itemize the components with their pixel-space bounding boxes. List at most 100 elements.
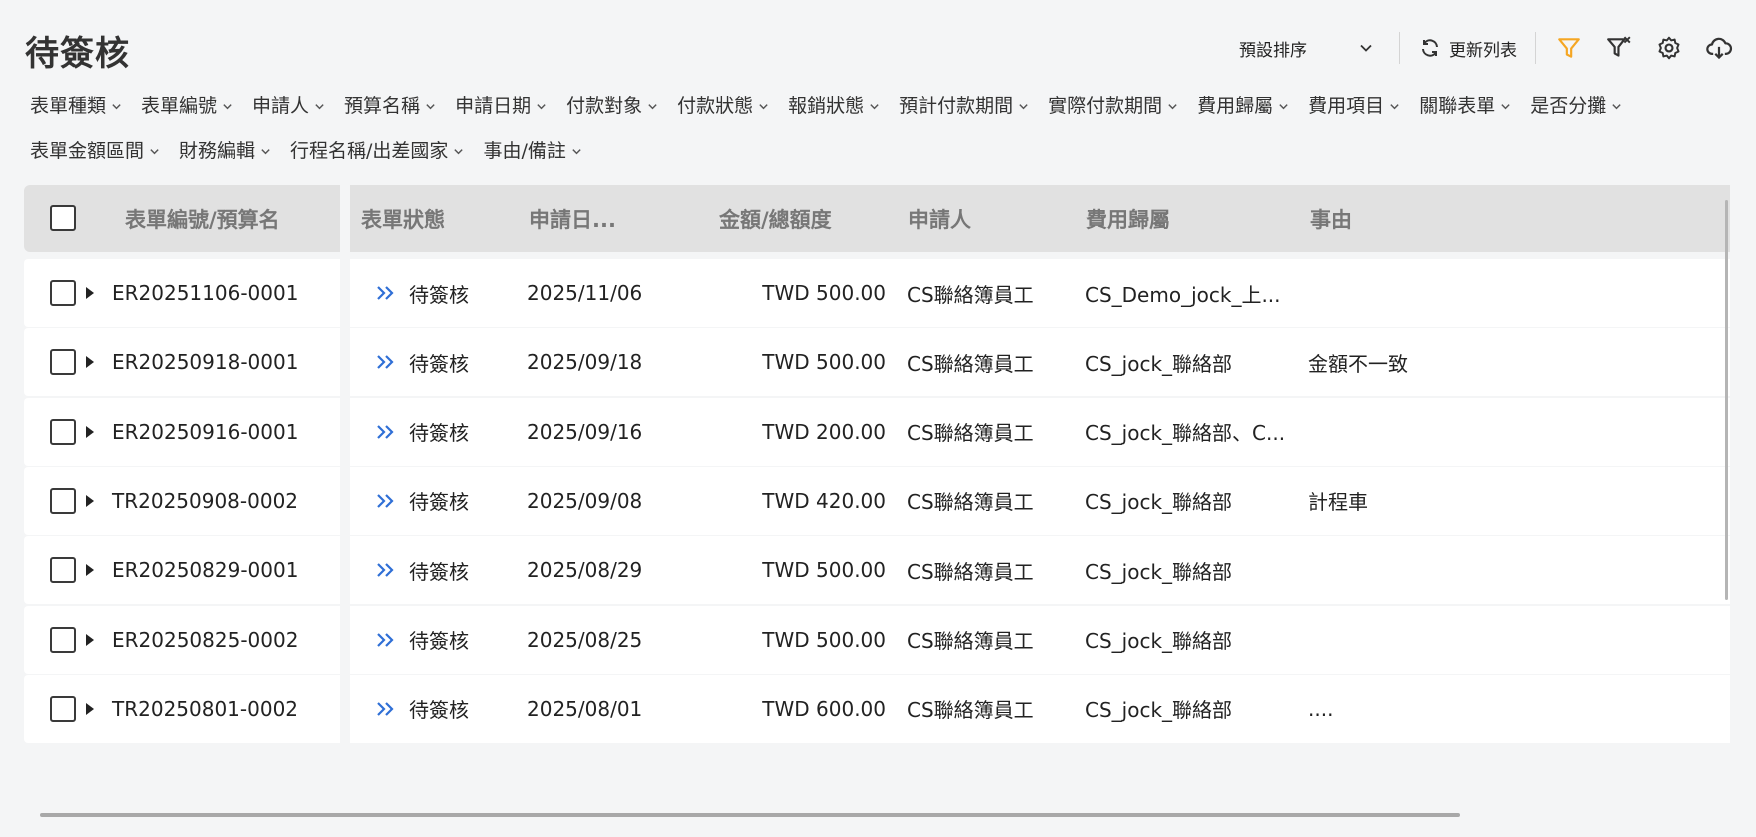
settings-button[interactable] <box>1654 33 1684 63</box>
row-checkbox[interactable] <box>50 418 76 445</box>
table-row[interactable]: ER20251106-0001 待簽核 2025/11/06 TWD 500.00 CS… <box>24 259 1730 327</box>
row-checkbox[interactable] <box>50 695 76 722</box>
select-all-checkbox[interactable] <box>50 205 76 231</box>
header-cost-center[interactable]: 費用歸屬 <box>1086 185 1170 252</box>
download-button[interactable] <box>1704 33 1734 63</box>
filter-chip[interactable]: 表單編號 <box>141 92 233 117</box>
filter-chip-label: 事由/備註 <box>483 140 566 162</box>
row-checkbox[interactable] <box>50 349 76 376</box>
table-row[interactable]: ER20250825-0002 待簽核 2025/08/25 TWD 500.00 CS… <box>24 605 1730 674</box>
row-checkbox[interactable] <box>50 280 76 306</box>
filter-chip[interactable]: 實際付款期間 <box>1048 92 1178 117</box>
row-checkbox[interactable] <box>50 626 76 653</box>
filter-chip[interactable]: 財務編輯 <box>179 137 271 162</box>
header-applicant[interactable]: 申請人 <box>908 185 971 252</box>
filter-chip[interactable]: 表單種類 <box>30 92 122 117</box>
filter-chip[interactable]: 關聯表單 <box>1419 92 1511 117</box>
header-form-no[interactable]: 表單編號/預算名 <box>125 185 280 252</box>
vertical-scrollbar[interactable] <box>1725 200 1728 600</box>
filter-chip[interactable]: 表單金額區間 <box>30 137 160 162</box>
table-row[interactable]: ER20250918-0001 待簽核 2025/09/18 TWD 500.00 CS… <box>24 328 1730 397</box>
amount: TWD 500.00 <box>762 558 886 583</box>
form-no[interactable]: ER20250825-0002 <box>112 606 298 674</box>
cost-center: CS_Demo_jock_上... <box>1085 282 1281 307</box>
row-scroll-section: 待簽核 2025/11/06 TWD 500.00 CS聯絡簿員工 CS_Demo_jo… <box>350 259 1730 327</box>
row-checkbox[interactable] <box>50 487 76 514</box>
cost-center: CS_jock_聯絡部、C... <box>1085 421 1286 446</box>
row-fixed-section: TR20250908-0002 <box>24 466 340 535</box>
clear-filter-button[interactable] <box>1604 33 1634 63</box>
filter-chip[interactable]: 付款對象 <box>566 92 658 117</box>
form-no[interactable]: TR20250801-0002 <box>112 675 298 743</box>
applicant: CS聯絡簿員工 <box>907 629 1034 653</box>
table-row[interactable]: TR20250908-0002 待簽核 2025/09/08 TWD 420.00 CS… <box>24 466 1730 535</box>
status-label: 待簽核 <box>409 421 469 446</box>
form-no[interactable]: TR20250908-0002 <box>112 467 298 535</box>
filter-chip[interactable]: 費用歸屬 <box>1197 92 1289 117</box>
table-row[interactable]: ER20250916-0001 待簽核 2025/09/16 TWD 200.00 CS… <box>24 397 1730 466</box>
filter-chip-label: 預計付款期間 <box>899 95 1014 117</box>
table-row[interactable]: TR20250801-0002 待簽核 2025/08/01 TWD 600.00 CS… <box>24 674 1730 743</box>
row-scroll-section: 待簽核 2025/09/18 TWD 500.00 CS聯絡簿員工 CS_jock_聯絡… <box>350 328 1730 397</box>
expand-caret-icon[interactable] <box>82 562 98 578</box>
horizontal-scrollbar[interactable] <box>40 813 1460 817</box>
table-row[interactable]: ER20250829-0001 待簽核 2025/08/29 TWD 500.00 CS… <box>24 536 1730 605</box>
filter-chip-label: 表單金額區間 <box>30 140 145 162</box>
filter-chip-label: 行程名稱/出差國家 <box>290 140 449 162</box>
gear-icon <box>1658 36 1680 60</box>
filter-chip-label: 申請人 <box>252 95 310 117</box>
double-chevron-right-icon <box>377 702 394 716</box>
filter-chip[interactable]: 預算名稱 <box>344 92 436 117</box>
chevron-down-icon <box>1360 44 1372 52</box>
double-chevron-right-icon <box>377 494 394 508</box>
chevron-down-icon <box>870 103 879 109</box>
row-checkbox[interactable] <box>50 557 76 584</box>
expand-caret-icon[interactable] <box>82 424 98 440</box>
form-no[interactable]: ER20250916-0001 <box>112 398 298 466</box>
refresh-button[interactable]: 更新列表 <box>1418 31 1517 65</box>
row-scroll-section: 待簽核 2025/09/16 TWD 200.00 CS聯絡簿員工 CS_jock_聯絡… <box>350 397 1730 466</box>
amount: TWD 200.00 <box>762 419 886 444</box>
cost-center: CS_jock_聯絡部 <box>1085 490 1233 515</box>
sort-select[interactable]: 預設排序 <box>1231 31 1381 65</box>
divider <box>1535 32 1536 64</box>
chevron-down-icon <box>150 148 159 154</box>
expand-caret-icon[interactable] <box>82 493 98 509</box>
filter-chip[interactable]: 行程名稱/出差國家 <box>290 137 464 162</box>
header-status[interactable]: 表單狀態 <box>361 185 445 252</box>
header-date[interactable]: 申請日... <box>529 185 616 252</box>
filter-chip[interactable]: 付款狀態 <box>677 92 769 117</box>
status-cell: 待簽核 <box>375 606 469 674</box>
amount: TWD 500.00 <box>762 627 886 652</box>
amount: TWD 420.00 <box>762 488 886 513</box>
filter-chip[interactable]: 預計付款期間 <box>899 92 1029 117</box>
applicant: CS聯絡簿員工 <box>907 282 1034 307</box>
toolbar: 預設排序 更新列表 <box>1231 30 1734 66</box>
header-amount[interactable]: 金額/總額度 <box>719 185 832 252</box>
expand-caret-icon[interactable] <box>82 701 98 717</box>
expand-caret-icon[interactable] <box>82 285 98 301</box>
filter-chip[interactable]: 申請日期 <box>455 92 547 117</box>
filter-chip[interactable]: 報銷狀態 <box>788 92 880 117</box>
table-header-fixed: 表單編號/預算名 <box>24 185 340 252</box>
chevron-down-icon <box>1612 103 1621 109</box>
expand-caret-icon[interactable] <box>82 632 98 648</box>
amount: TWD 500.00 <box>762 350 886 375</box>
form-no[interactable]: ER20250829-0001 <box>112 536 298 604</box>
double-chevron-right-icon <box>377 632 394 647</box>
reason: 金額不一致 <box>1308 351 1408 376</box>
filter-chip[interactable]: 申請人 <box>252 92 325 117</box>
form-no[interactable]: ER20251106-0001 <box>112 259 298 327</box>
filter-chip[interactable]: 事由/備註 <box>483 137 581 162</box>
expand-caret-icon[interactable] <box>82 354 98 370</box>
filter-chip[interactable]: 費用項目 <box>1308 92 1400 117</box>
chevron-down-icon <box>112 103 121 109</box>
filter-chip[interactable]: 是否分攤 <box>1530 92 1622 117</box>
page-title: 待簽核 <box>25 34 130 74</box>
form-no[interactable]: ER20250918-0001 <box>112 328 298 396</box>
chevron-down-icon <box>1390 103 1399 109</box>
header-reason[interactable]: 事由 <box>1310 185 1352 252</box>
status-cell: 待簽核 <box>375 398 469 466</box>
status-label: 待簽核 <box>409 351 469 376</box>
filter-button[interactable] <box>1554 33 1584 63</box>
